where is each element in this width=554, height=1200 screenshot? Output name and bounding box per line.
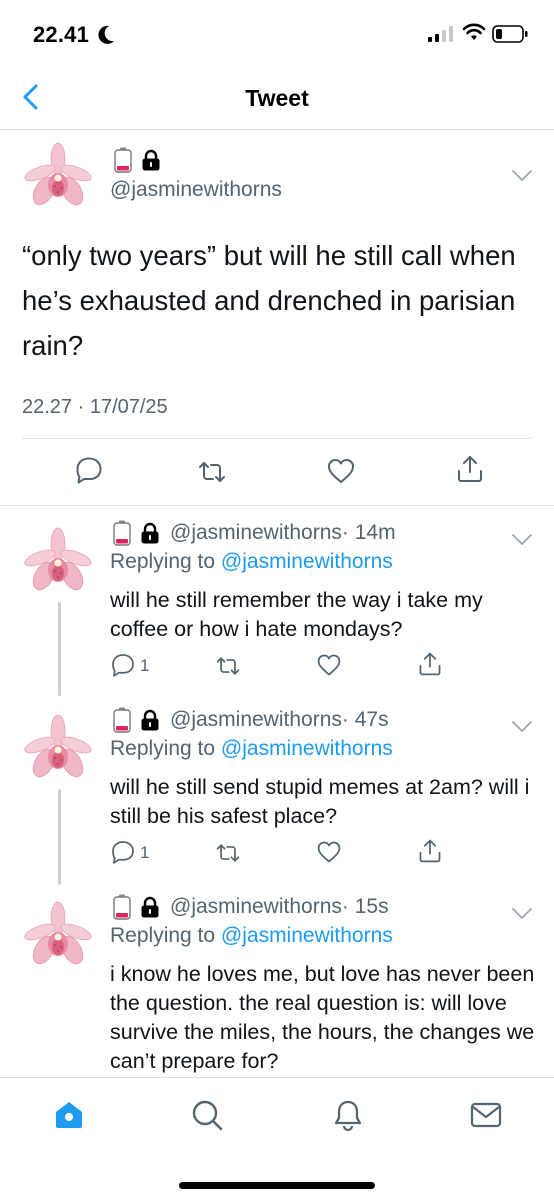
main-tweet: @jasminewithorns “only two years” but wi… bbox=[0, 131, 554, 506]
reply-text: i know he loves me, but love has never b… bbox=[110, 962, 535, 1073]
divider bbox=[22, 438, 532, 439]
retweet-icon[interactable] bbox=[197, 457, 227, 487]
lock-icon bbox=[140, 522, 160, 544]
moon-icon bbox=[98, 25, 114, 44]
share-icon[interactable] bbox=[417, 651, 443, 677]
reply-tweet[interactable]: @jasminewithorns· 14m Replying to @jasmi… bbox=[0, 506, 554, 696]
reply-count: 1 bbox=[140, 843, 150, 862]
tweet-handle[interactable]: @jasminewithorns bbox=[110, 178, 282, 202]
page-title: Tweet bbox=[245, 85, 309, 111]
chevron-down-icon[interactable] bbox=[511, 533, 533, 547]
like-heart-icon[interactable] bbox=[326, 456, 356, 486]
avatar[interactable] bbox=[22, 713, 94, 785]
share-icon[interactable] bbox=[455, 454, 485, 484]
like-heart-icon[interactable] bbox=[316, 839, 342, 865]
status-bar: 22.41 bbox=[0, 0, 554, 64]
status-time: 22.41 bbox=[33, 22, 90, 47]
avatar[interactable] bbox=[22, 900, 94, 972]
lock-icon bbox=[141, 149, 161, 171]
reply-icon[interactable] bbox=[74, 455, 104, 485]
name-emoji-badges bbox=[113, 147, 161, 173]
replying-to: Replying to @jasminewithorns bbox=[110, 924, 393, 947]
thread-line bbox=[58, 789, 61, 885]
home-icon[interactable] bbox=[52, 1098, 86, 1132]
lock-icon bbox=[140, 896, 160, 918]
reply-tweet[interactable]: @jasminewithorns· 47s Replying to @jasmi… bbox=[0, 693, 554, 885]
search-icon[interactable] bbox=[190, 1098, 224, 1132]
cellular-signal-icon bbox=[428, 26, 453, 42]
retweet-icon[interactable] bbox=[215, 840, 241, 866]
low-battery-emoji-icon bbox=[113, 147, 133, 173]
tweet-text: “only two years” but will he still call … bbox=[22, 240, 516, 361]
thread-line bbox=[58, 602, 61, 696]
replying-to: Replying to @jasminewithorns bbox=[110, 737, 393, 760]
avatar[interactable] bbox=[22, 526, 94, 598]
chevron-down-icon[interactable] bbox=[511, 907, 533, 921]
mention-link[interactable]: @jasminewithorns bbox=[221, 737, 393, 760]
mention-link[interactable]: @jasminewithorns bbox=[221, 550, 393, 573]
mention-link[interactable]: @jasminewithorns bbox=[221, 924, 393, 947]
reply-text: will he still remember the way i take my… bbox=[110, 588, 483, 641]
low-battery-emoji-icon bbox=[112, 707, 132, 733]
battery-icon bbox=[492, 25, 528, 43]
reply-icon[interactable] bbox=[110, 652, 136, 678]
nav-bar: Tweet bbox=[0, 64, 554, 130]
home-indicator[interactable] bbox=[179, 1182, 375, 1189]
chevron-down-icon[interactable] bbox=[511, 720, 533, 734]
low-battery-emoji-icon bbox=[112, 520, 132, 546]
lock-icon bbox=[140, 709, 160, 731]
like-heart-icon[interactable] bbox=[316, 652, 342, 678]
share-icon[interactable] bbox=[417, 838, 443, 864]
reply-header: @jasminewithorns· 14m bbox=[112, 520, 396, 546]
reply-handle[interactable]: @jasminewithorns· 47s bbox=[170, 708, 389, 732]
notifications-bell-icon[interactable] bbox=[331, 1098, 365, 1132]
reply-tweet[interactable]: @jasminewithorns· 15s Replying to @jasmi… bbox=[0, 880, 554, 1077]
reply-header: @jasminewithorns· 15s bbox=[112, 894, 389, 920]
tweet-timestamp[interactable]: 22.27 · 17/07/25 bbox=[22, 396, 168, 419]
reply-handle[interactable]: @jasminewithorns· 15s bbox=[170, 895, 389, 919]
low-battery-emoji-icon bbox=[112, 894, 132, 920]
reply-text: will he still send stupid memes at 2am? … bbox=[110, 775, 530, 828]
avatar[interactable] bbox=[22, 141, 94, 213]
tab-bar bbox=[0, 1077, 554, 1200]
retweet-icon[interactable] bbox=[215, 653, 241, 679]
replying-to: Replying to @jasminewithorns bbox=[110, 550, 393, 573]
reply-count: 1 bbox=[140, 656, 150, 675]
wifi-icon bbox=[462, 23, 486, 40]
messages-mail-icon[interactable] bbox=[469, 1098, 503, 1132]
reply-icon[interactable] bbox=[110, 839, 136, 865]
reply-header: @jasminewithorns· 47s bbox=[112, 707, 389, 733]
chevron-down-icon[interactable] bbox=[511, 169, 533, 183]
reply-handle[interactable]: @jasminewithorns· 14m bbox=[170, 521, 396, 545]
